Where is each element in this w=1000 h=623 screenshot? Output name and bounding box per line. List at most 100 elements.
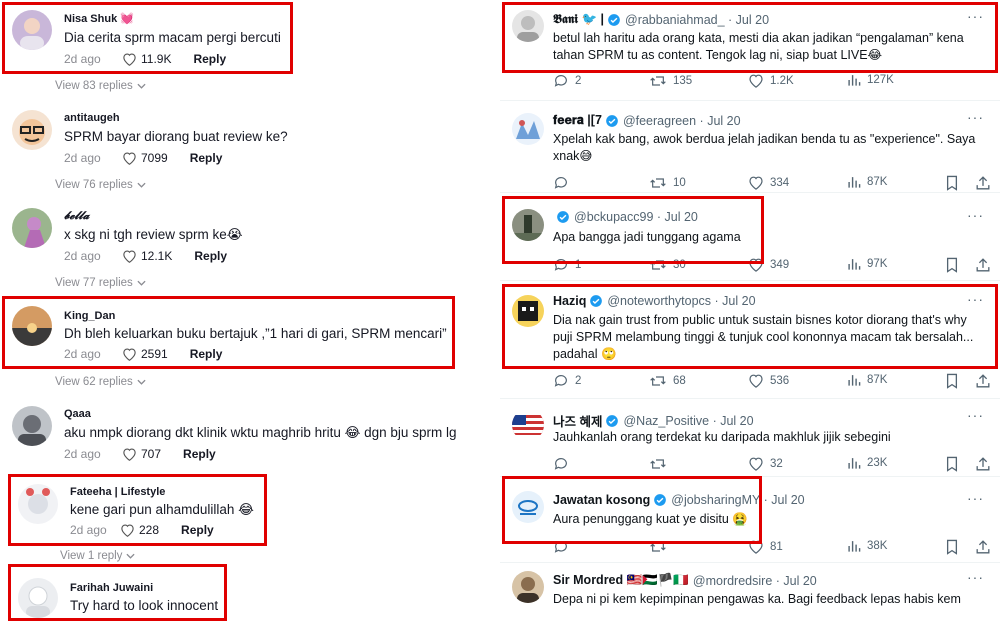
more-options-icon[interactable]: ···	[967, 8, 984, 24]
like-button[interactable]: 12.1K	[122, 249, 172, 263]
display-name[interactable]: 𝕭𝖆𝖓𝖎 🐦 |	[553, 12, 604, 27]
like-button[interactable]: 536	[748, 373, 789, 388]
more-options-icon[interactable]: ···	[967, 407, 984, 423]
display-name[interactable]: Haziq	[553, 294, 586, 308]
reply-button[interactable]: Reply	[194, 249, 227, 263]
comment-author[interactable]: Farihah Juwaini	[70, 582, 153, 594]
more-options-icon[interactable]: ···	[967, 291, 984, 307]
more-options-icon[interactable]: ···	[967, 569, 984, 585]
reply-button[interactable]: Reply	[183, 447, 216, 461]
avatar[interactable]	[512, 491, 544, 523]
bookmark-button[interactable]	[945, 257, 965, 273]
like-button[interactable]: 228	[120, 523, 159, 537]
tweet[interactable]: 나즈 혜제 @Naz_Positive · Jul 20 ··· Jauhkan…	[500, 398, 1000, 476]
more-options-icon[interactable]: ···	[967, 490, 984, 506]
display-name[interactable]: Jawatan kosong	[553, 493, 650, 507]
avatar[interactable]	[12, 10, 52, 50]
display-name[interactable]: 𝐟𝐞𝐞𝐫𝐚 |[7	[553, 113, 602, 128]
avatar[interactable]	[12, 306, 52, 346]
handle-and-date[interactable]: @Naz_Positive · Jul 20	[623, 414, 753, 428]
view-replies-button[interactable]: View 77 replies	[55, 277, 146, 289]
avatar[interactable]	[18, 484, 58, 524]
reply-button[interactable]	[553, 456, 575, 472]
tweet[interactable]: Sir Mordred 🇲🇾🇵🇸🏴🇮🇹 @mordredsire · Jul 2…	[500, 562, 1000, 623]
like-button[interactable]: 334	[748, 175, 789, 190]
avatar[interactable]	[512, 295, 544, 327]
retweet-button[interactable]: 10	[649, 175, 686, 191]
comment-author[interactable]: King_Dan	[64, 310, 115, 322]
views-button[interactable]: 23K	[847, 456, 887, 470]
bookmark-button[interactable]	[945, 373, 965, 389]
more-options-icon[interactable]: ···	[967, 207, 984, 223]
bookmark-button[interactable]	[945, 539, 965, 555]
views-button[interactable]: 127K	[847, 73, 894, 87]
tweet[interactable]: Jawatan kosong @jobsharingMY · Jul 20 ··…	[500, 476, 1000, 562]
avatar[interactable]	[512, 113, 544, 145]
comment-author[interactable]: antitaugeh	[64, 112, 120, 124]
share-button[interactable]	[975, 175, 997, 191]
reply-button[interactable]: Reply	[181, 523, 214, 537]
tweet[interactable]: 𝕭𝖆𝖓𝖎 🐦 | @rabbaniahmad_ · Jul 20 ··· bet…	[500, 0, 1000, 100]
handle-and-date[interactable]: @jobsharingMY · Jul 20	[671, 493, 804, 507]
like-button[interactable]: 2591	[122, 347, 168, 361]
views-button[interactable]: 97K	[847, 257, 887, 271]
like-button[interactable]: 7099	[122, 151, 168, 165]
view-replies-button[interactable]: View 62 replies	[55, 376, 146, 388]
share-button[interactable]	[975, 373, 997, 389]
like-button[interactable]: 32	[748, 456, 783, 471]
like-button[interactable]: 81	[748, 539, 783, 554]
reply-button[interactable]: 1	[553, 257, 581, 273]
views-button[interactable]: 87K	[847, 175, 887, 189]
like-button[interactable]: 349	[748, 257, 789, 272]
avatar[interactable]	[12, 406, 52, 446]
like-button[interactable]: 11.9K	[122, 52, 171, 66]
avatar[interactable]	[12, 110, 52, 150]
tweet[interactable]: Haziq @noteworthytopcs · Jul 20 ··· Dia …	[500, 280, 1000, 398]
retweet-button[interactable]: 135	[649, 73, 692, 89]
like-button[interactable]: 1.2K	[748, 73, 794, 88]
comment-author[interactable]: Nisa Shuk 💓	[64, 12, 134, 25]
avatar[interactable]	[18, 578, 58, 618]
reply-button[interactable]: Reply	[190, 151, 223, 165]
view-replies-button[interactable]: View 83 replies	[55, 80, 146, 92]
retweet-button[interactable]: 30	[649, 257, 686, 273]
reply-button[interactable]: 2	[553, 73, 581, 89]
avatar[interactable]	[512, 571, 544, 603]
share-button[interactable]	[975, 456, 997, 472]
comment-author[interactable]: Fateeha | Lifestyle	[70, 486, 165, 498]
tweet[interactable]: 𝐟𝐞𝐞𝐫𝐚 |[7 @feeragreen · Jul 20 ··· Xpela…	[500, 100, 1000, 192]
retweet-button[interactable]	[649, 456, 673, 472]
retweet-button[interactable]: 68	[649, 373, 686, 389]
avatar[interactable]	[512, 209, 544, 241]
handle-and-date[interactable]: @rabbaniahmad_ · Jul 20	[625, 13, 769, 27]
bookmark-button[interactable]	[945, 456, 965, 472]
handle-and-date[interactable]: @bckupacc99 · Jul 20	[574, 210, 698, 224]
like-button[interactable]: 707	[122, 447, 161, 461]
reply-button[interactable]	[553, 539, 575, 555]
bookmark-button[interactable]	[945, 175, 965, 191]
avatar[interactable]	[512, 409, 544, 441]
views-button[interactable]: 87K	[847, 373, 887, 387]
view-replies-button[interactable]: View 76 replies	[55, 179, 146, 191]
reply-button[interactable]: 2	[553, 373, 581, 389]
comment-author[interactable]: Qaaa	[64, 408, 91, 420]
tweet[interactable]: @bckupacc99 · Jul 20 ··· Apa bangga jadi…	[500, 192, 1000, 280]
views-button[interactable]: 38K	[847, 539, 887, 553]
retweet-button[interactable]	[649, 539, 673, 555]
display-name[interactable]: Sir Mordred 🇲🇾🇵🇸🏴🇮🇹	[553, 573, 689, 588]
comment-author[interactable]: 𝓫𝓮𝓵𝓵𝓪	[64, 210, 89, 223]
display-name[interactable]: 나즈 혜제	[553, 411, 602, 430]
reply-button[interactable]	[553, 175, 575, 191]
reply-button[interactable]: Reply	[190, 347, 223, 361]
view-replies-button[interactable]: View 1 reply	[60, 550, 136, 562]
share-button[interactable]	[975, 257, 997, 273]
handle-and-date[interactable]: @feeragreen · Jul 20	[623, 114, 741, 128]
avatar[interactable]	[512, 10, 544, 42]
handle-and-date[interactable]: @mordredsire · Jul 20	[693, 574, 817, 588]
reply-button[interactable]: Reply	[193, 52, 226, 66]
like-count: 536	[770, 374, 790, 387]
share-button[interactable]	[975, 539, 997, 555]
more-options-icon[interactable]: ···	[967, 109, 984, 125]
avatar[interactable]	[12, 208, 52, 248]
handle-and-date[interactable]: @noteworthytopcs · Jul 20	[607, 294, 755, 308]
